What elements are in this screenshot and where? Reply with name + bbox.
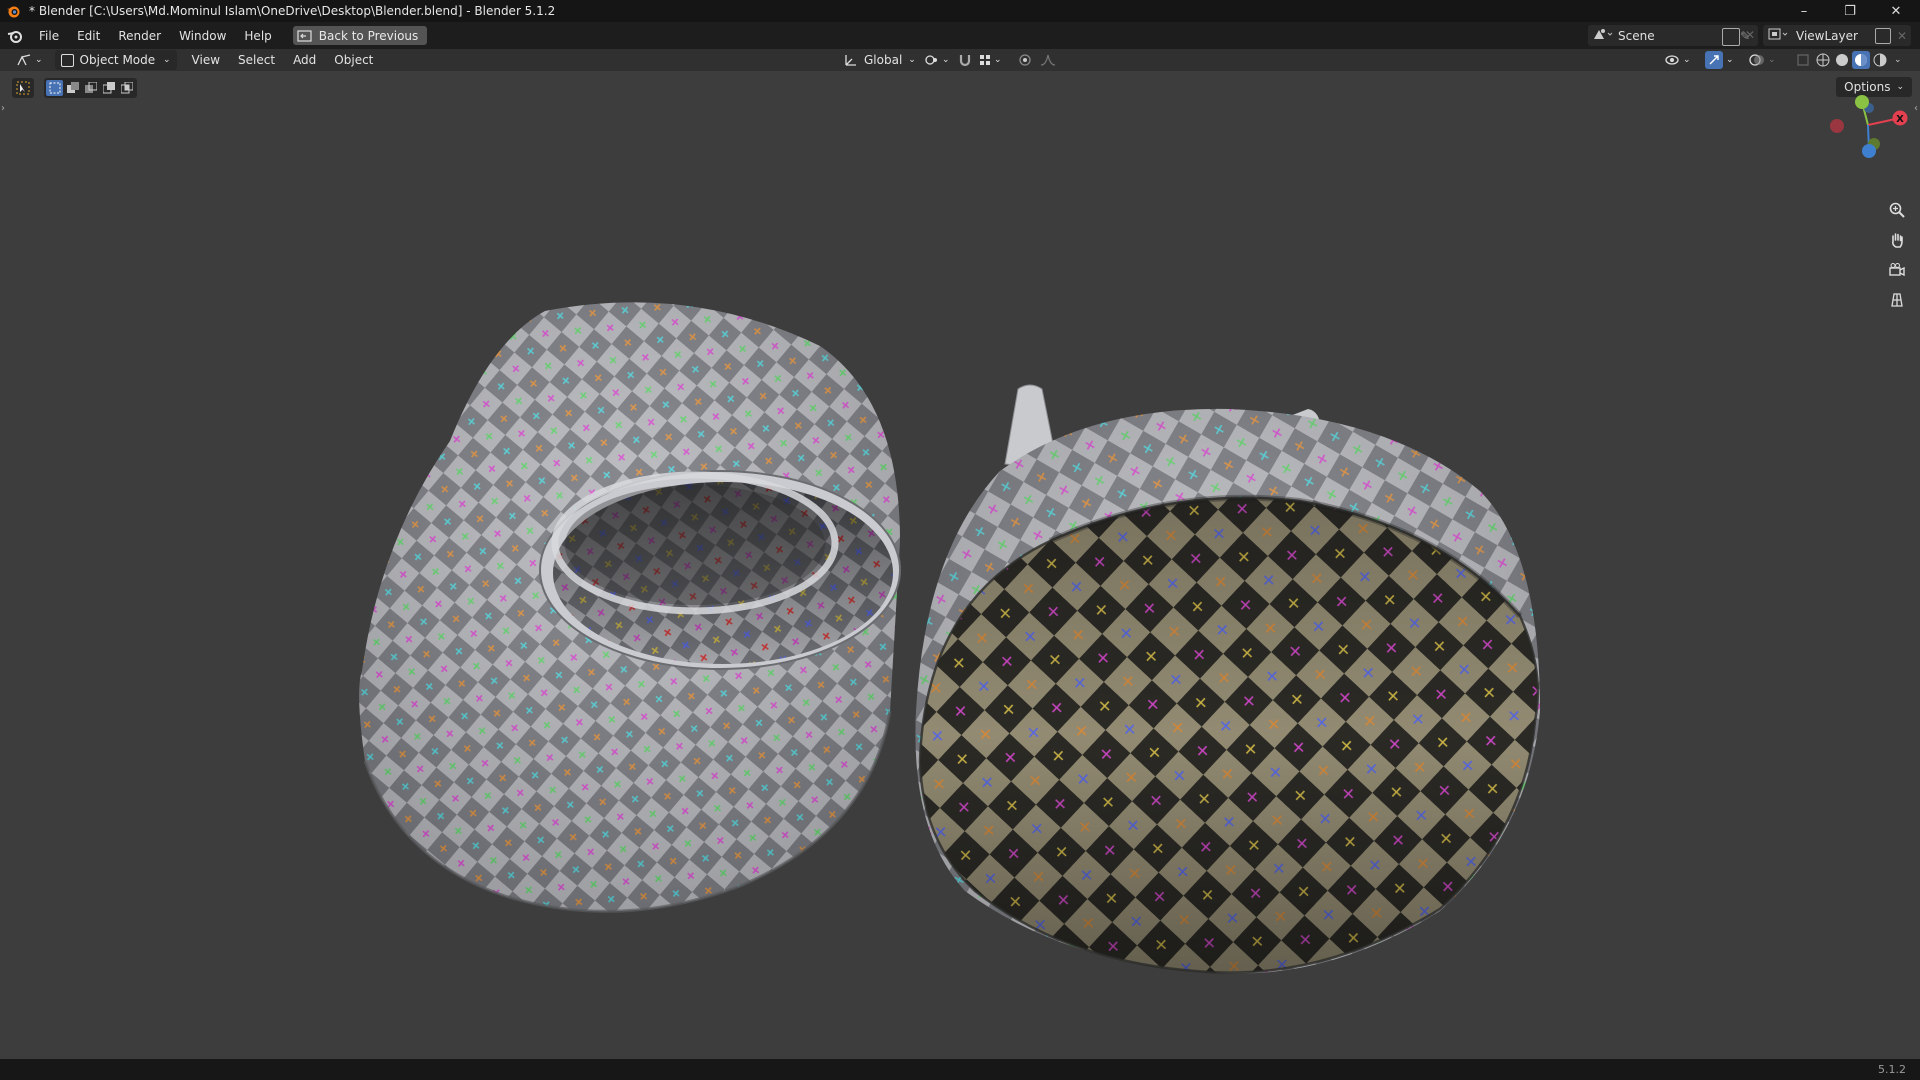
falloff-icon xyxy=(1040,54,1056,66)
mode-dropdown[interactable]: Object Mode ⌄ xyxy=(54,50,177,70)
checker-cup-object[interactable] xyxy=(915,384,1540,974)
menu-view[interactable]: View xyxy=(183,53,229,67)
remove-viewlayer-icon[interactable]: ✕ xyxy=(1897,29,1907,43)
editor-type-icon xyxy=(17,54,31,66)
viewport-3d[interactable]: Options ⌄ › ‹ X xyxy=(0,71,1920,1059)
falloff-dropdown[interactable] xyxy=(1034,50,1062,70)
overlays-toggle[interactable]: ⌄ xyxy=(1743,50,1782,70)
restore-button[interactable]: ❐ xyxy=(1827,0,1873,22)
version-label: 5.1.2 xyxy=(1878,1063,1906,1076)
menu-edit[interactable]: Edit xyxy=(68,22,109,49)
blender-menu-icon[interactable] xyxy=(0,22,30,49)
viewlayer-icon xyxy=(1768,27,1790,44)
viewlayer-name: ViewLayer xyxy=(1796,28,1858,43)
menu-window[interactable]: Window xyxy=(170,22,235,49)
overlays-icon xyxy=(1749,54,1764,66)
status-bar: 5.1.2 xyxy=(0,1059,1920,1080)
scene-render[interactable] xyxy=(0,71,1920,1059)
wireframe-shading-button[interactable] xyxy=(1814,51,1832,69)
editor-type-dropdown[interactable]: ⌄ xyxy=(10,50,49,70)
viewlayer-selector[interactable]: ViewLayer ✕ xyxy=(1763,25,1911,46)
window-title: * Blender [C:\Users\Md.Mominul Islam\One… xyxy=(29,4,556,18)
gizmo-toggle[interactable]: ⌄ xyxy=(1699,50,1740,70)
new-scene-icon[interactable] xyxy=(1722,28,1740,46)
chevron-down-icon: ⌄ xyxy=(908,55,916,65)
title-bar: * Blender [C:\Users\Md.Mominul Islam\One… xyxy=(0,0,1920,22)
back-to-previous-label: Back to Previous xyxy=(318,28,419,43)
menu-help[interactable]: Help xyxy=(235,22,280,49)
xray-icon xyxy=(1797,54,1809,66)
back-icon xyxy=(297,29,312,42)
transform-orientation-dropdown[interactable]: Global ⌄ xyxy=(838,50,922,70)
gizmo-icon xyxy=(1705,51,1723,69)
close-button[interactable]: ✕ xyxy=(1873,0,1919,22)
menu-object[interactable]: Object xyxy=(325,53,382,67)
material-preview-button[interactable] xyxy=(1852,51,1870,69)
remove-scene-icon[interactable]: ✕ xyxy=(1745,28,1755,42)
solid-shading-button[interactable] xyxy=(1833,51,1851,69)
menu-select[interactable]: Select xyxy=(229,53,284,67)
scene-icon xyxy=(1592,27,1614,44)
rendered-shading-button[interactable] xyxy=(1871,51,1889,69)
blender-logo-icon xyxy=(7,6,20,18)
proportional-icon xyxy=(1019,54,1031,66)
orientation-icon xyxy=(845,55,856,66)
snap-grid-icon xyxy=(980,55,990,65)
snap-target-dropdown[interactable]: ⌄ xyxy=(972,50,1008,70)
minimize-button[interactable]: – xyxy=(1781,0,1827,22)
menu-render[interactable]: Render xyxy=(109,22,170,49)
chevron-down-icon: ⌄ xyxy=(163,55,171,65)
new-viewlayer-icon[interactable] xyxy=(1874,27,1891,44)
menu-bar: File Edit Render Window Help Back to Pre… xyxy=(0,22,1920,49)
visibility-dropdown[interactable]: ⌄ xyxy=(1659,50,1697,70)
menu-add[interactable]: Add xyxy=(284,53,325,67)
magnet-icon xyxy=(959,55,971,67)
xray-toggle[interactable] xyxy=(1790,50,1816,70)
orientation-label: Global xyxy=(864,53,903,67)
checker-tube-object[interactable] xyxy=(359,302,902,913)
pivot-icon xyxy=(925,55,937,65)
menu-file[interactable]: File xyxy=(30,22,68,49)
object-mode-icon xyxy=(60,53,74,67)
mode-label: Object Mode xyxy=(79,53,156,67)
eye-icon xyxy=(1665,55,1679,65)
back-to-previous-button[interactable]: Back to Previous xyxy=(292,26,428,45)
pivot-point-dropdown[interactable]: ⌄ xyxy=(918,50,956,70)
shading-options-icon[interactable]: ⌄ xyxy=(1894,55,1902,65)
viewport-header: ⌄ Object Mode ⌄ View Select Add Object G… xyxy=(0,49,1920,71)
